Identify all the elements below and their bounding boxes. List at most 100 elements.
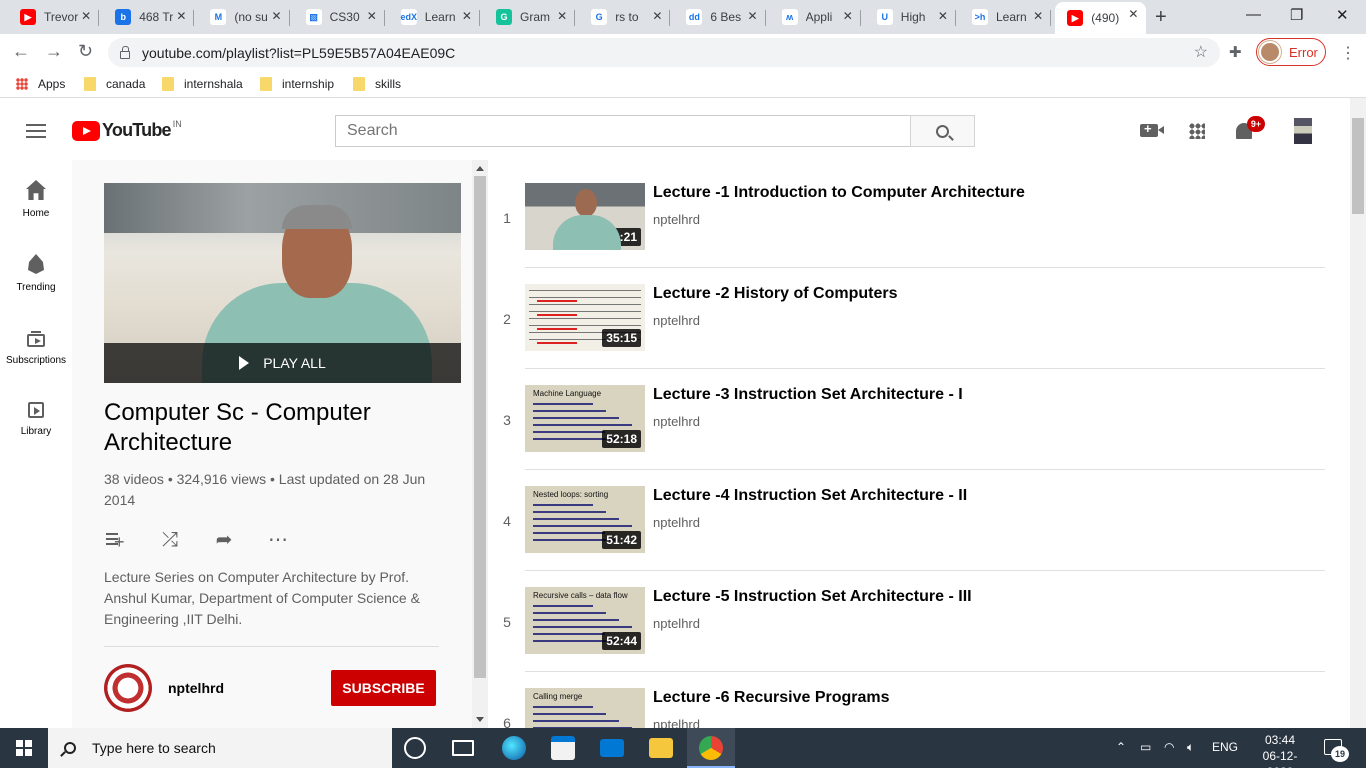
scrollbar-thumb[interactable] — [474, 176, 486, 678]
share-icon[interactable]: ➦ — [212, 528, 236, 552]
channel-name[interactable]: nptelhrd — [168, 680, 224, 696]
create-video-icon[interactable] — [1140, 121, 1164, 137]
language-indicator[interactable]: ENG — [1212, 740, 1238, 754]
bookmark-star-icon[interactable]: ☆ — [1194, 42, 1208, 62]
subscribe-button[interactable]: SUBSCRIBE — [331, 670, 436, 706]
wifi-icon[interactable]: ◠ — [1164, 740, 1174, 754]
video-title[interactable]: Lecture -6 Recursive Programs — [653, 689, 890, 707]
shuffle-icon[interactable]: ⤮ — [158, 528, 182, 552]
video-channel[interactable]: nptelhrd — [653, 313, 700, 328]
scrollbar-thumb[interactable] — [1352, 118, 1364, 214]
browser-tab[interactable]: G Gram ✕ — [484, 4, 576, 30]
user-avatar[interactable] — [1294, 118, 1312, 144]
apps-icon[interactable] — [1189, 123, 1205, 139]
guide-item-home[interactable]: Home — [0, 180, 72, 219]
browser-tab[interactable]: ▶ (490) ✕ — [1055, 2, 1147, 34]
store-icon[interactable] — [551, 736, 575, 760]
clock[interactable]: 03:44 06-12-2020 — [1250, 732, 1310, 768]
new-tab-button[interactable]: + — [1155, 6, 1167, 29]
bookmark-canada[interactable]: canada — [84, 77, 145, 91]
video-thumbnail[interactable]: Nested loops: sorting 51:42 — [525, 486, 645, 553]
play-all-button[interactable]: PLAY ALL — [104, 343, 461, 383]
browser-tab[interactable]: Grs to ✕ — [579, 4, 671, 30]
tab-close-icon[interactable]: ✕ — [938, 9, 948, 23]
browser-tab[interactable]: ʍ Appli ✕ — [770, 4, 861, 30]
video-channel[interactable]: nptelhrd — [653, 212, 700, 227]
playlist-thumbnail[interactable]: PLAY ALL — [104, 183, 461, 383]
taskbar-search-box[interactable]: Type here to search — [48, 728, 392, 768]
video-channel[interactable]: nptelhrd — [653, 515, 700, 530]
battery-icon[interactable]: ▭ — [1140, 740, 1151, 754]
tab-close-icon[interactable]: ✕ — [557, 9, 567, 23]
tab-close-icon[interactable]: ✕ — [1033, 9, 1043, 23]
youtube-logo[interactable]: YouTube IN — [72, 119, 182, 141]
extensions-icon[interactable]: ✚ — [1229, 43, 1242, 61]
playlist-scrollbar[interactable] — [472, 160, 488, 728]
playlist-video-row[interactable]: 3 Machine Language 52:18 Lecture -3 Instruc… — [488, 362, 1328, 470]
maximize-button[interactable]: ❐ — [1290, 6, 1303, 24]
search-input[interactable] — [335, 115, 911, 147]
video-title[interactable]: Lecture -4 Instruction Set Architecture … — [653, 487, 967, 505]
close-window-button[interactable]: ✕ — [1336, 6, 1349, 24]
edge-icon[interactable] — [502, 736, 526, 760]
cortana-icon[interactable] — [404, 737, 426, 759]
lock-icon[interactable] — [120, 45, 130, 59]
browser-tab[interactable]: ▧ CS30 ✕ — [294, 4, 385, 30]
playlist-video-row[interactable]: 5 Recursive calls – data flow 52:44 Lecture… — [488, 564, 1328, 672]
profile-error-button[interactable]: Error — [1256, 38, 1326, 66]
playlist-video-row[interactable]: 1 53:21 Lecture -1 Introduction to Compute… — [488, 160, 1328, 268]
video-channel[interactable]: nptelhrd — [653, 616, 700, 631]
guide-item-subscriptions[interactable]: Subscriptions — [0, 328, 72, 366]
task-view-icon[interactable] — [452, 740, 474, 756]
browser-tab[interactable]: ▶ Trevor ✕ — [8, 4, 100, 30]
minimize-button[interactable]: — — [1246, 6, 1261, 23]
file-explorer-icon[interactable] — [649, 738, 673, 758]
tab-close-icon[interactable]: ✕ — [462, 9, 472, 23]
bookmark-skills[interactable]: skills — [353, 77, 401, 91]
page-scrollbar[interactable] — [1350, 98, 1366, 728]
tab-close-icon[interactable]: ✕ — [367, 9, 377, 23]
channel-avatar[interactable] — [104, 664, 152, 712]
video-channel[interactable]: nptelhrd — [653, 414, 700, 429]
video-thumbnail[interactable]: Machine Language 52:18 — [525, 385, 645, 452]
video-thumbnail[interactable]: Recursive calls – data flow 52:44 — [525, 587, 645, 654]
playlist-video-row[interactable]: 6 Calling merge Lecture -6 Recursive Progr… — [488, 665, 1328, 728]
video-title[interactable]: Lecture -3 Instruction Set Architecture … — [653, 386, 963, 404]
browser-tab[interactable]: >h Learn ✕ — [960, 4, 1052, 30]
forward-button[interactable]: → — [45, 41, 63, 62]
video-thumbnail[interactable]: 53:21 — [525, 183, 645, 250]
volume-icon[interactable]: 🔈︎ — [1187, 740, 1194, 755]
tab-close-icon[interactable]: ✕ — [272, 9, 282, 23]
reload-button[interactable]: ↻ — [78, 41, 93, 62]
hamburger-menu-icon[interactable] — [26, 124, 46, 138]
bookmark-apps[interactable]: Apps — [16, 77, 65, 91]
browser-tab[interactable]: edX Learn ✕ — [389, 4, 480, 30]
guide-item-library[interactable]: Library — [0, 402, 72, 437]
browser-tab[interactable]: dd 6 Bes ✕ — [674, 4, 766, 30]
add-to-queue-icon[interactable] — [104, 528, 128, 554]
bookmark-internship[interactable]: internship — [260, 77, 334, 91]
scroll-down-icon[interactable] — [476, 717, 484, 722]
video-title[interactable]: Lecture -5 Instruction Set Architecture … — [653, 588, 972, 606]
playlist-video-row[interactable]: 2 35:15 Lecture -2 History of Computers npt… — [488, 261, 1328, 369]
more-options-icon[interactable]: ⋯ — [266, 528, 290, 552]
playlist-video-row[interactable]: 4 Nested loops: sorting 51:42 Lecture -4 In… — [488, 463, 1328, 571]
video-title[interactable]: Lecture -2 History of Computers — [653, 285, 897, 303]
tab-close-icon[interactable]: ✕ — [81, 9, 91, 23]
video-channel[interactable]: nptelhrd — [653, 717, 700, 728]
search-button[interactable] — [910, 115, 975, 147]
tab-close-icon[interactable]: ✕ — [652, 9, 662, 23]
back-button[interactable]: ← — [12, 41, 30, 62]
tab-close-icon[interactable]: ✕ — [1128, 7, 1138, 21]
playlist-title[interactable]: Computer Sc - Computer Architecture — [104, 398, 424, 458]
browser-tab[interactable]: M (no su ✕ — [198, 4, 290, 30]
video-thumbnail[interactable]: Calling merge — [525, 688, 645, 728]
bookmark-internshala[interactable]: internshala — [162, 77, 243, 91]
windows-start-icon[interactable] — [16, 740, 32, 756]
mail-icon[interactable] — [600, 739, 624, 757]
address-bar[interactable]: youtube.com/playlist?list=PL59E5B57A04EA… — [108, 38, 1220, 67]
video-title[interactable]: Lecture -1 Introduction to Computer Arch… — [653, 184, 1025, 202]
tab-close-icon[interactable]: ✕ — [843, 9, 853, 23]
url-text[interactable]: youtube.com/playlist?list=PL59E5B57A04EA… — [142, 45, 455, 61]
browser-tab[interactable]: U High ✕ — [865, 4, 956, 30]
